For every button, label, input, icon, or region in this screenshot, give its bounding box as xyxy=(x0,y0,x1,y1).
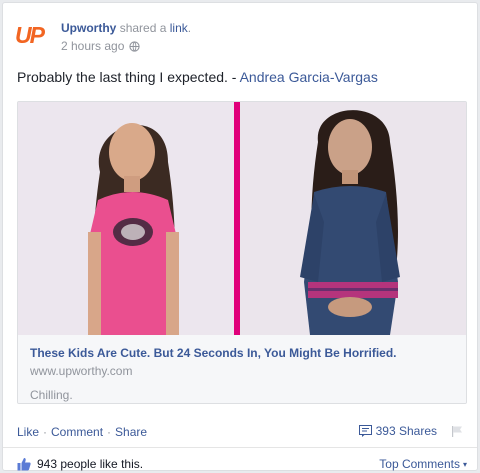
top-comments-label: Top Comments xyxy=(379,457,460,471)
attachment-thumbnail-graphic xyxy=(18,102,466,335)
attachment-image[interactable] xyxy=(18,102,466,335)
flag-icon[interactable] xyxy=(451,425,463,437)
post-message: Probably the last thing I expected. - An… xyxy=(17,69,378,85)
shared-link-word[interactable]: link xyxy=(170,21,188,35)
message-text: Probably the last thing I expected. - xyxy=(17,69,240,85)
chevron-down-icon: ▾ xyxy=(462,459,467,469)
likes-count-link[interactable]: 943 people like this. xyxy=(37,457,143,471)
globe-icon[interactable] xyxy=(129,40,141,52)
action-separator: · xyxy=(107,425,112,439)
shared-suffix: . xyxy=(187,21,192,35)
attachment-domain: www.upworthy.com xyxy=(30,364,133,378)
link-attachment[interactable]: These Kids Are Cute. But 24 Seconds In, … xyxy=(17,101,467,404)
top-comments-dropdown[interactable]: Top Comments ▾ xyxy=(379,457,467,471)
post-header: UP Upworthy shared a link. 2 hours ago xyxy=(15,15,455,55)
share-icon xyxy=(358,425,372,437)
timestamp[interactable]: 2 hours ago xyxy=(61,39,124,53)
likes-row: 943 people like this. Top Comments ▾ xyxy=(17,457,467,471)
action-separator: · xyxy=(43,425,48,439)
share-action[interactable]: Share xyxy=(115,425,147,439)
post-actor-line: Upworthy shared a link. xyxy=(61,21,191,35)
post-actions: Like · Comment · Share 393 Shares xyxy=(17,424,463,439)
shares-count-link[interactable]: 393 Shares xyxy=(358,424,437,438)
comment-action[interactable]: Comment xyxy=(51,425,103,439)
post-meta: 2 hours ago xyxy=(61,39,141,53)
thumbs-up-icon xyxy=(17,458,31,471)
shares-count: 393 Shares xyxy=(375,424,437,438)
page-name-link[interactable]: Upworthy xyxy=(61,21,116,35)
like-action[interactable]: Like xyxy=(17,425,39,439)
likes-divider xyxy=(3,447,477,448)
post-card: UP Upworthy shared a link. 2 hours ago P… xyxy=(2,2,478,471)
attachment-info: These Kids Are Cute. But 24 Seconds In, … xyxy=(18,335,466,403)
attachment-title[interactable]: These Kids Are Cute. But 24 Seconds In, … xyxy=(30,346,454,360)
shared-text: shared a xyxy=(119,21,167,35)
attachment-description: Chilling. xyxy=(30,388,73,402)
page-logo[interactable]: UP xyxy=(15,21,49,49)
message-author-link[interactable]: Andrea Garcia-Vargas xyxy=(240,69,378,85)
